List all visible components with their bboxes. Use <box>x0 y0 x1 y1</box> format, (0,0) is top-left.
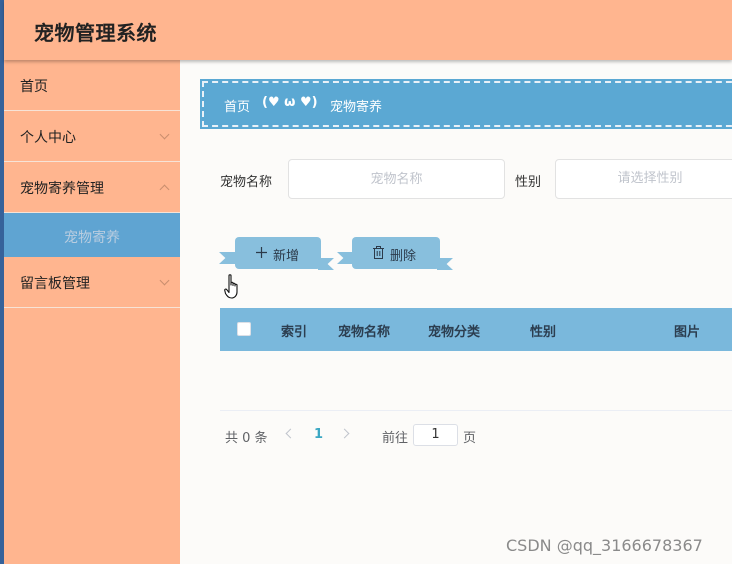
app-title: 宠物管理系统 <box>34 21 157 45</box>
chevron-down-icon <box>159 275 170 286</box>
delete-button[interactable]: 删除 <box>352 237 440 269</box>
sidebar-item-label: 留言板管理 <box>20 276 90 292</box>
goto-page-input[interactable]: 1 <box>413 424 458 446</box>
trash-icon <box>373 246 384 259</box>
next-page-icon[interactable] <box>339 428 350 439</box>
app-header: 宠物管理系统 <box>4 0 732 60</box>
column-header-image: 图片 <box>674 325 701 340</box>
sidebar-item-personal-center[interactable]: 个人中心 <box>4 111 180 162</box>
breadcrumb: 首页 (♥ ω ♥) 宠物寄养 <box>200 79 732 129</box>
sidebar-item-label: 首页 <box>20 79 48 95</box>
table-body <box>220 351 732 411</box>
sidebar-item-home[interactable]: 首页 <box>4 60 180 111</box>
breadcrumb-home[interactable]: 首页 <box>224 96 250 115</box>
delete-button-label: 删除 <box>390 249 417 264</box>
ribbon-left-decoration <box>337 252 353 264</box>
column-header-gender: 性别 <box>530 325 557 340</box>
watermark: CSDN @qq_3166678367 <box>506 536 703 555</box>
column-header-pet-category: 宠物分类 <box>428 325 481 340</box>
sidebar-subitem-label: 宠物寄养 <box>64 230 120 246</box>
goto-suffix: 页 <box>463 431 477 446</box>
column-header-pet-name: 宠物名称 <box>338 325 391 340</box>
chevron-up-icon <box>159 184 170 195</box>
sidebar-item-label: 宠物寄养管理 <box>20 181 104 197</box>
ribbon-right-decoration <box>437 258 453 270</box>
chevron-down-icon <box>159 129 170 140</box>
ribbon-left-decoration <box>219 252 235 264</box>
prev-page-icon[interactable] <box>285 428 296 439</box>
sidebar: 首页 个人中心 宠物寄养管理 宠物寄养 留言板管理 <box>4 60 180 564</box>
goto-prefix: 前往 <box>382 431 409 446</box>
pagination-total: 共 0 条 <box>225 431 268 446</box>
breadcrumb-current: 宠物寄养 <box>330 100 383 115</box>
hand-cursor-icon <box>224 274 238 299</box>
pagination-page-number[interactable]: 1 <box>314 427 323 442</box>
pet-name-label: 宠物名称 <box>220 175 273 190</box>
select-all-checkbox[interactable] <box>237 322 251 336</box>
column-header-index: 索引 <box>281 325 308 340</box>
sidebar-subitem-pet-boarding[interactable]: 宠物寄养 <box>4 213 180 257</box>
gender-label: 性别 <box>515 175 542 190</box>
gender-select[interactable]: 请选择性别 <box>555 159 732 199</box>
sidebar-item-label: 个人中心 <box>20 130 76 146</box>
table-header: 索引 宠物名称 宠物分类 性别 图片 <box>220 308 732 351</box>
sidebar-item-pet-boarding-management[interactable]: 宠物寄养管理 <box>4 162 180 213</box>
add-button-label: 新增 <box>273 249 300 264</box>
add-button[interactable]: 新增 <box>235 237 321 269</box>
sidebar-item-message-board-management[interactable]: 留言板管理 <box>4 257 180 308</box>
pet-name-input[interactable] <box>288 159 505 199</box>
plus-icon <box>256 247 267 258</box>
ribbon-right-decoration <box>318 258 334 270</box>
breadcrumb-separator: (♥ ω ♥) <box>262 95 318 110</box>
